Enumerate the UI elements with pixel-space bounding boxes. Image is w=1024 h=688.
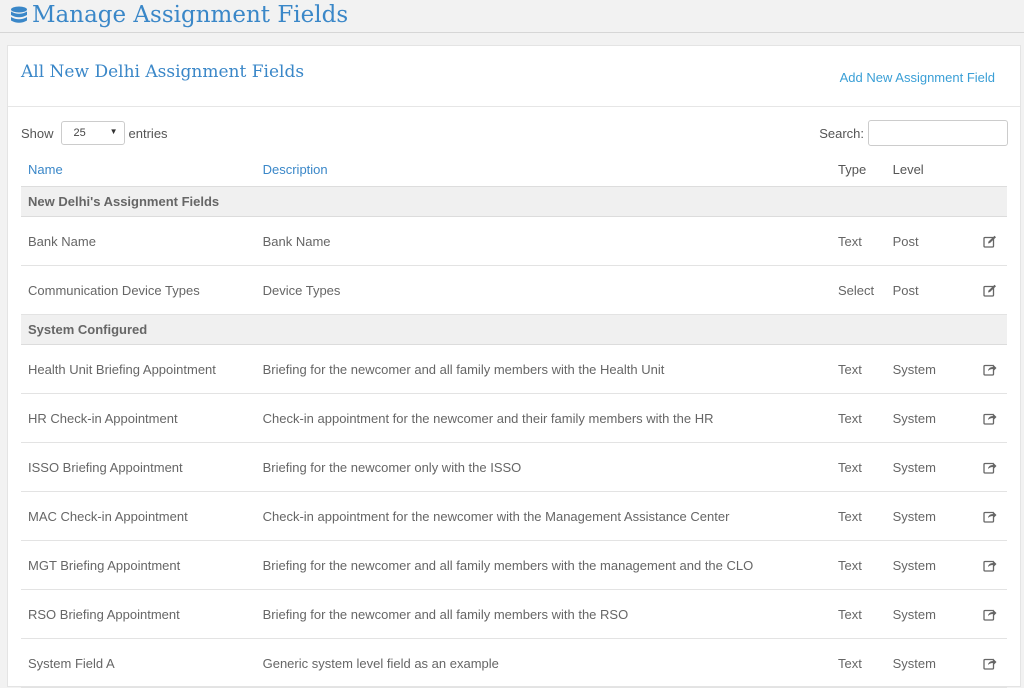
cell-level: System bbox=[885, 442, 973, 492]
cell-name: Bank Name bbox=[21, 216, 256, 266]
table-row: System Field A Generic system level field… bbox=[21, 638, 1007, 688]
cell-level: Post bbox=[885, 265, 973, 315]
cell-level: System bbox=[885, 491, 973, 541]
cell-type: Text bbox=[831, 344, 886, 394]
row-action bbox=[972, 393, 1007, 443]
table-row: ISSO Briefing Appointment Briefing for th… bbox=[21, 442, 1007, 492]
cell-type: Text bbox=[831, 589, 886, 639]
assignment-fields-table: Name Description Type Level New Delhi's … bbox=[21, 152, 1007, 688]
cell-name: ISSO Briefing Appointment bbox=[21, 442, 256, 492]
cell-name: HR Check-in Appointment bbox=[21, 393, 256, 443]
cell-type: Text bbox=[831, 491, 886, 541]
share-icon[interactable] bbox=[980, 412, 1000, 425]
row-action bbox=[972, 491, 1007, 541]
row-action bbox=[972, 265, 1007, 315]
row-action bbox=[972, 589, 1007, 639]
cell-level: System bbox=[885, 540, 973, 590]
entries-per-page-value: 25 bbox=[73, 127, 86, 139]
cell-level: System bbox=[885, 589, 973, 639]
group-header-row: System Configured bbox=[21, 314, 1007, 345]
cell-description: Check-in appointment for the newcomer an… bbox=[255, 393, 832, 443]
page-title: Manage Assignment Fields bbox=[32, 2, 349, 28]
cell-name: RSO Briefing Appointment bbox=[21, 589, 256, 639]
search-label: Search: bbox=[819, 125, 864, 141]
table-row: MGT Briefing Appointment Briefing for the… bbox=[21, 540, 1007, 590]
database-icon bbox=[10, 6, 28, 26]
cell-name: Communication Device Types bbox=[21, 265, 256, 315]
cell-description: Generic system level field as an example bbox=[255, 638, 832, 688]
entries-label: entries bbox=[128, 125, 168, 141]
edit-icon[interactable] bbox=[980, 235, 1000, 248]
share-icon[interactable] bbox=[980, 510, 1000, 523]
cell-level: System bbox=[885, 344, 973, 394]
share-icon[interactable] bbox=[980, 461, 1000, 474]
cell-type: Select bbox=[831, 265, 886, 315]
cell-type: Text bbox=[831, 638, 886, 688]
table-row: Health Unit Briefing Appointment Briefing… bbox=[21, 344, 1007, 394]
group-label: System Configured bbox=[21, 314, 1007, 345]
table-row: MAC Check-in Appointment Check-in appoint… bbox=[21, 491, 1007, 541]
search-input[interactable] bbox=[868, 120, 1008, 146]
group-label: New Delhi's Assignment Fields bbox=[21, 186, 1007, 217]
row-action bbox=[972, 638, 1007, 688]
cell-description: Briefing for the newcomer and all family… bbox=[255, 589, 832, 639]
cell-name: System Field A bbox=[21, 638, 256, 688]
assignment-fields-card: All New Delhi Assignment Fields Add New … bbox=[7, 45, 1021, 688]
cell-name: Health Unit Briefing Appointment bbox=[21, 344, 256, 394]
column-header-type[interactable]: Type bbox=[831, 152, 886, 187]
dropdown-arrow-icon: ▼ bbox=[109, 127, 118, 136]
row-action bbox=[972, 216, 1007, 266]
add-new-assignment-field-link[interactable]: Add New Assignment Field bbox=[840, 70, 995, 85]
table-row: Bank Name Bank Name Text Post bbox=[21, 216, 1007, 266]
group-header-row: New Delhi's Assignment Fields bbox=[21, 186, 1007, 217]
cell-description: Check-in appointment for the newcomer wi… bbox=[255, 491, 832, 541]
cell-type: Text bbox=[831, 442, 886, 492]
column-header-description[interactable]: Description bbox=[255, 152, 832, 187]
table-row: HR Check-in Appointment Check-in appointm… bbox=[21, 393, 1007, 443]
cell-level: System bbox=[885, 638, 973, 688]
cell-name: MAC Check-in Appointment bbox=[21, 491, 256, 541]
show-entries-control: Show 25 ▼ entries bbox=[21, 120, 168, 146]
card-title: All New Delhi Assignment Fields bbox=[21, 62, 305, 82]
row-action bbox=[972, 442, 1007, 492]
column-header-name[interactable]: Name bbox=[21, 152, 256, 187]
cell-type: Text bbox=[831, 216, 886, 266]
share-icon[interactable] bbox=[980, 363, 1000, 376]
share-icon[interactable] bbox=[980, 559, 1000, 572]
cell-level: System bbox=[885, 393, 973, 443]
row-action bbox=[972, 540, 1007, 590]
column-header-level[interactable]: Level bbox=[885, 152, 973, 187]
cell-type: Text bbox=[831, 540, 886, 590]
page-header: Manage Assignment Fields bbox=[0, 0, 1024, 33]
cell-description: Briefing for the newcomer and all family… bbox=[255, 344, 832, 394]
show-label: Show bbox=[21, 125, 54, 141]
cell-description: Bank Name bbox=[255, 216, 832, 266]
cell-description: Briefing for the newcomer and all family… bbox=[255, 540, 832, 590]
cell-name: MGT Briefing Appointment bbox=[21, 540, 256, 590]
cell-description: Device Types bbox=[255, 265, 832, 315]
cell-level: Post bbox=[885, 216, 973, 266]
table-body: New Delhi's Assignment Fields Bank Name Ba… bbox=[21, 186, 1007, 688]
table-header-row: Name Description Type Level bbox=[21, 152, 1007, 187]
share-icon[interactable] bbox=[980, 657, 1000, 670]
entries-per-page-select[interactable]: 25 ▼ bbox=[60, 121, 125, 145]
table-row: RSO Briefing Appointment Briefing for the… bbox=[21, 589, 1007, 639]
share-icon[interactable] bbox=[980, 608, 1000, 621]
edit-icon[interactable] bbox=[980, 284, 1000, 297]
cell-type: Text bbox=[831, 393, 886, 443]
table-row: Communication Device Types Device Types Se… bbox=[21, 265, 1007, 315]
row-action bbox=[972, 344, 1007, 394]
search-control: Search: bbox=[819, 120, 1008, 146]
column-header-actions bbox=[972, 152, 1007, 187]
card-header: All New Delhi Assignment Fields Add New … bbox=[8, 46, 1020, 107]
cell-description: Briefing for the newcomer only with the … bbox=[255, 442, 832, 492]
